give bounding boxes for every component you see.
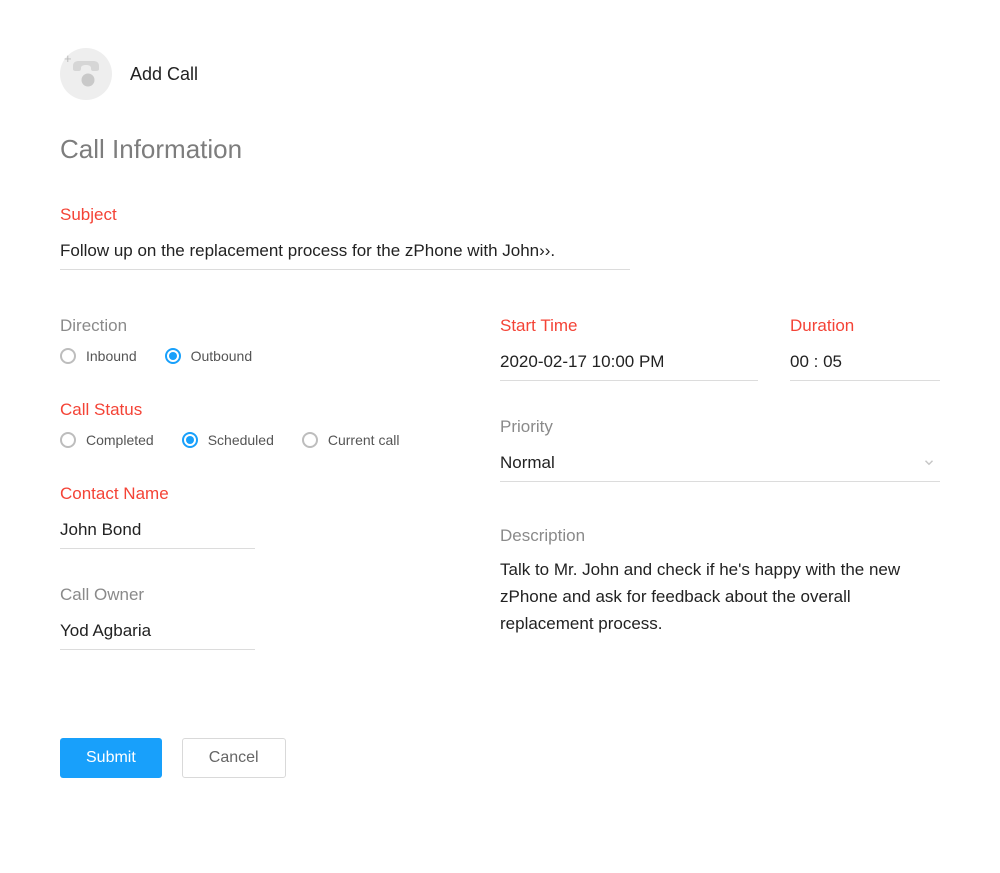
call-status-radio-scheduled[interactable]: Scheduled [182, 432, 274, 448]
radio-label: Outbound [191, 348, 253, 364]
add-call-form: + Add Call Call Information Subject Dire… [0, 0, 1000, 838]
call-owner-label: Call Owner [60, 585, 460, 605]
contact-name-field: Contact Name [60, 484, 460, 549]
call-owner-input[interactable] [60, 615, 255, 650]
page-title: Add Call [130, 64, 198, 85]
start-time-label: Start Time [500, 316, 758, 336]
start-time-field: Start Time [500, 316, 758, 381]
direction-field: Direction Inbound Outbound [60, 316, 460, 364]
direction-radio-inbound[interactable]: Inbound [60, 348, 137, 364]
right-column: Start Time Duration Priority De [500, 316, 940, 686]
radio-icon [302, 432, 318, 448]
description-text[interactable]: Talk to Mr. John and check if he's happy… [500, 556, 940, 638]
section-title: Call Information [60, 134, 940, 165]
radio-label: Current call [328, 432, 400, 448]
priority-field: Priority [500, 417, 940, 482]
subject-label: Subject [60, 205, 940, 225]
phone-add-icon: + [60, 48, 112, 100]
radio-icon [60, 348, 76, 364]
direction-radio-group: Inbound Outbound [60, 348, 460, 364]
telephone-icon [68, 56, 104, 92]
subject-input[interactable] [60, 235, 630, 270]
radio-label: Inbound [86, 348, 137, 364]
submit-button[interactable]: Submit [60, 738, 162, 778]
left-column: Direction Inbound Outbound Call Status [60, 316, 460, 686]
radio-icon [182, 432, 198, 448]
duration-label: Duration [790, 316, 940, 336]
call-owner-field: Call Owner [60, 585, 460, 650]
subject-field: Subject [60, 205, 940, 270]
description-label: Description [500, 526, 940, 546]
form-actions: Submit Cancel [60, 738, 940, 778]
call-status-radio-current[interactable]: Current call [302, 432, 400, 448]
radio-label: Scheduled [208, 432, 274, 448]
priority-label: Priority [500, 417, 940, 437]
contact-name-input[interactable] [60, 514, 255, 549]
direction-radio-outbound[interactable]: Outbound [165, 348, 253, 364]
contact-name-label: Contact Name [60, 484, 460, 504]
call-status-field: Call Status Completed Scheduled Current … [60, 400, 460, 448]
description-field: Description Talk to Mr. John and check i… [500, 526, 940, 638]
direction-label: Direction [60, 316, 460, 336]
duration-field: Duration [790, 316, 940, 381]
call-status-radio-group: Completed Scheduled Current call [60, 432, 460, 448]
time-row: Start Time Duration [500, 316, 940, 381]
cancel-button[interactable]: Cancel [182, 738, 286, 778]
priority-select[interactable] [500, 447, 940, 482]
call-status-radio-completed[interactable]: Completed [60, 432, 154, 448]
start-time-input[interactable] [500, 346, 758, 381]
call-status-label: Call Status [60, 400, 460, 420]
form-header: + Add Call [60, 48, 940, 100]
radio-icon [165, 348, 181, 364]
duration-input[interactable] [790, 346, 940, 381]
radio-icon [60, 432, 76, 448]
radio-label: Completed [86, 432, 154, 448]
